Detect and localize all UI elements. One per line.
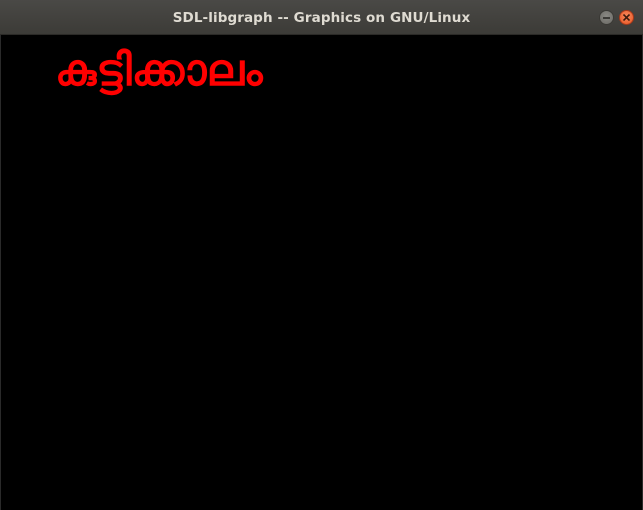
window-title: SDL-libgraph -- Graphics on GNU/Linux xyxy=(172,10,471,26)
close-button[interactable] xyxy=(619,10,634,25)
close-icon xyxy=(623,14,630,21)
canvas-text: കുട്ടിക്കാലം xyxy=(55,45,263,96)
minimize-icon xyxy=(603,17,610,19)
title-bar[interactable]: SDL-libgraph -- Graphics on GNU/Linux xyxy=(0,0,643,35)
minimize-button[interactable] xyxy=(599,10,614,25)
app-window: SDL-libgraph -- Graphics on GNU/Linux കു… xyxy=(0,0,643,510)
graphics-canvas[interactable]: കുട്ടിക്കാലം xyxy=(0,35,643,510)
